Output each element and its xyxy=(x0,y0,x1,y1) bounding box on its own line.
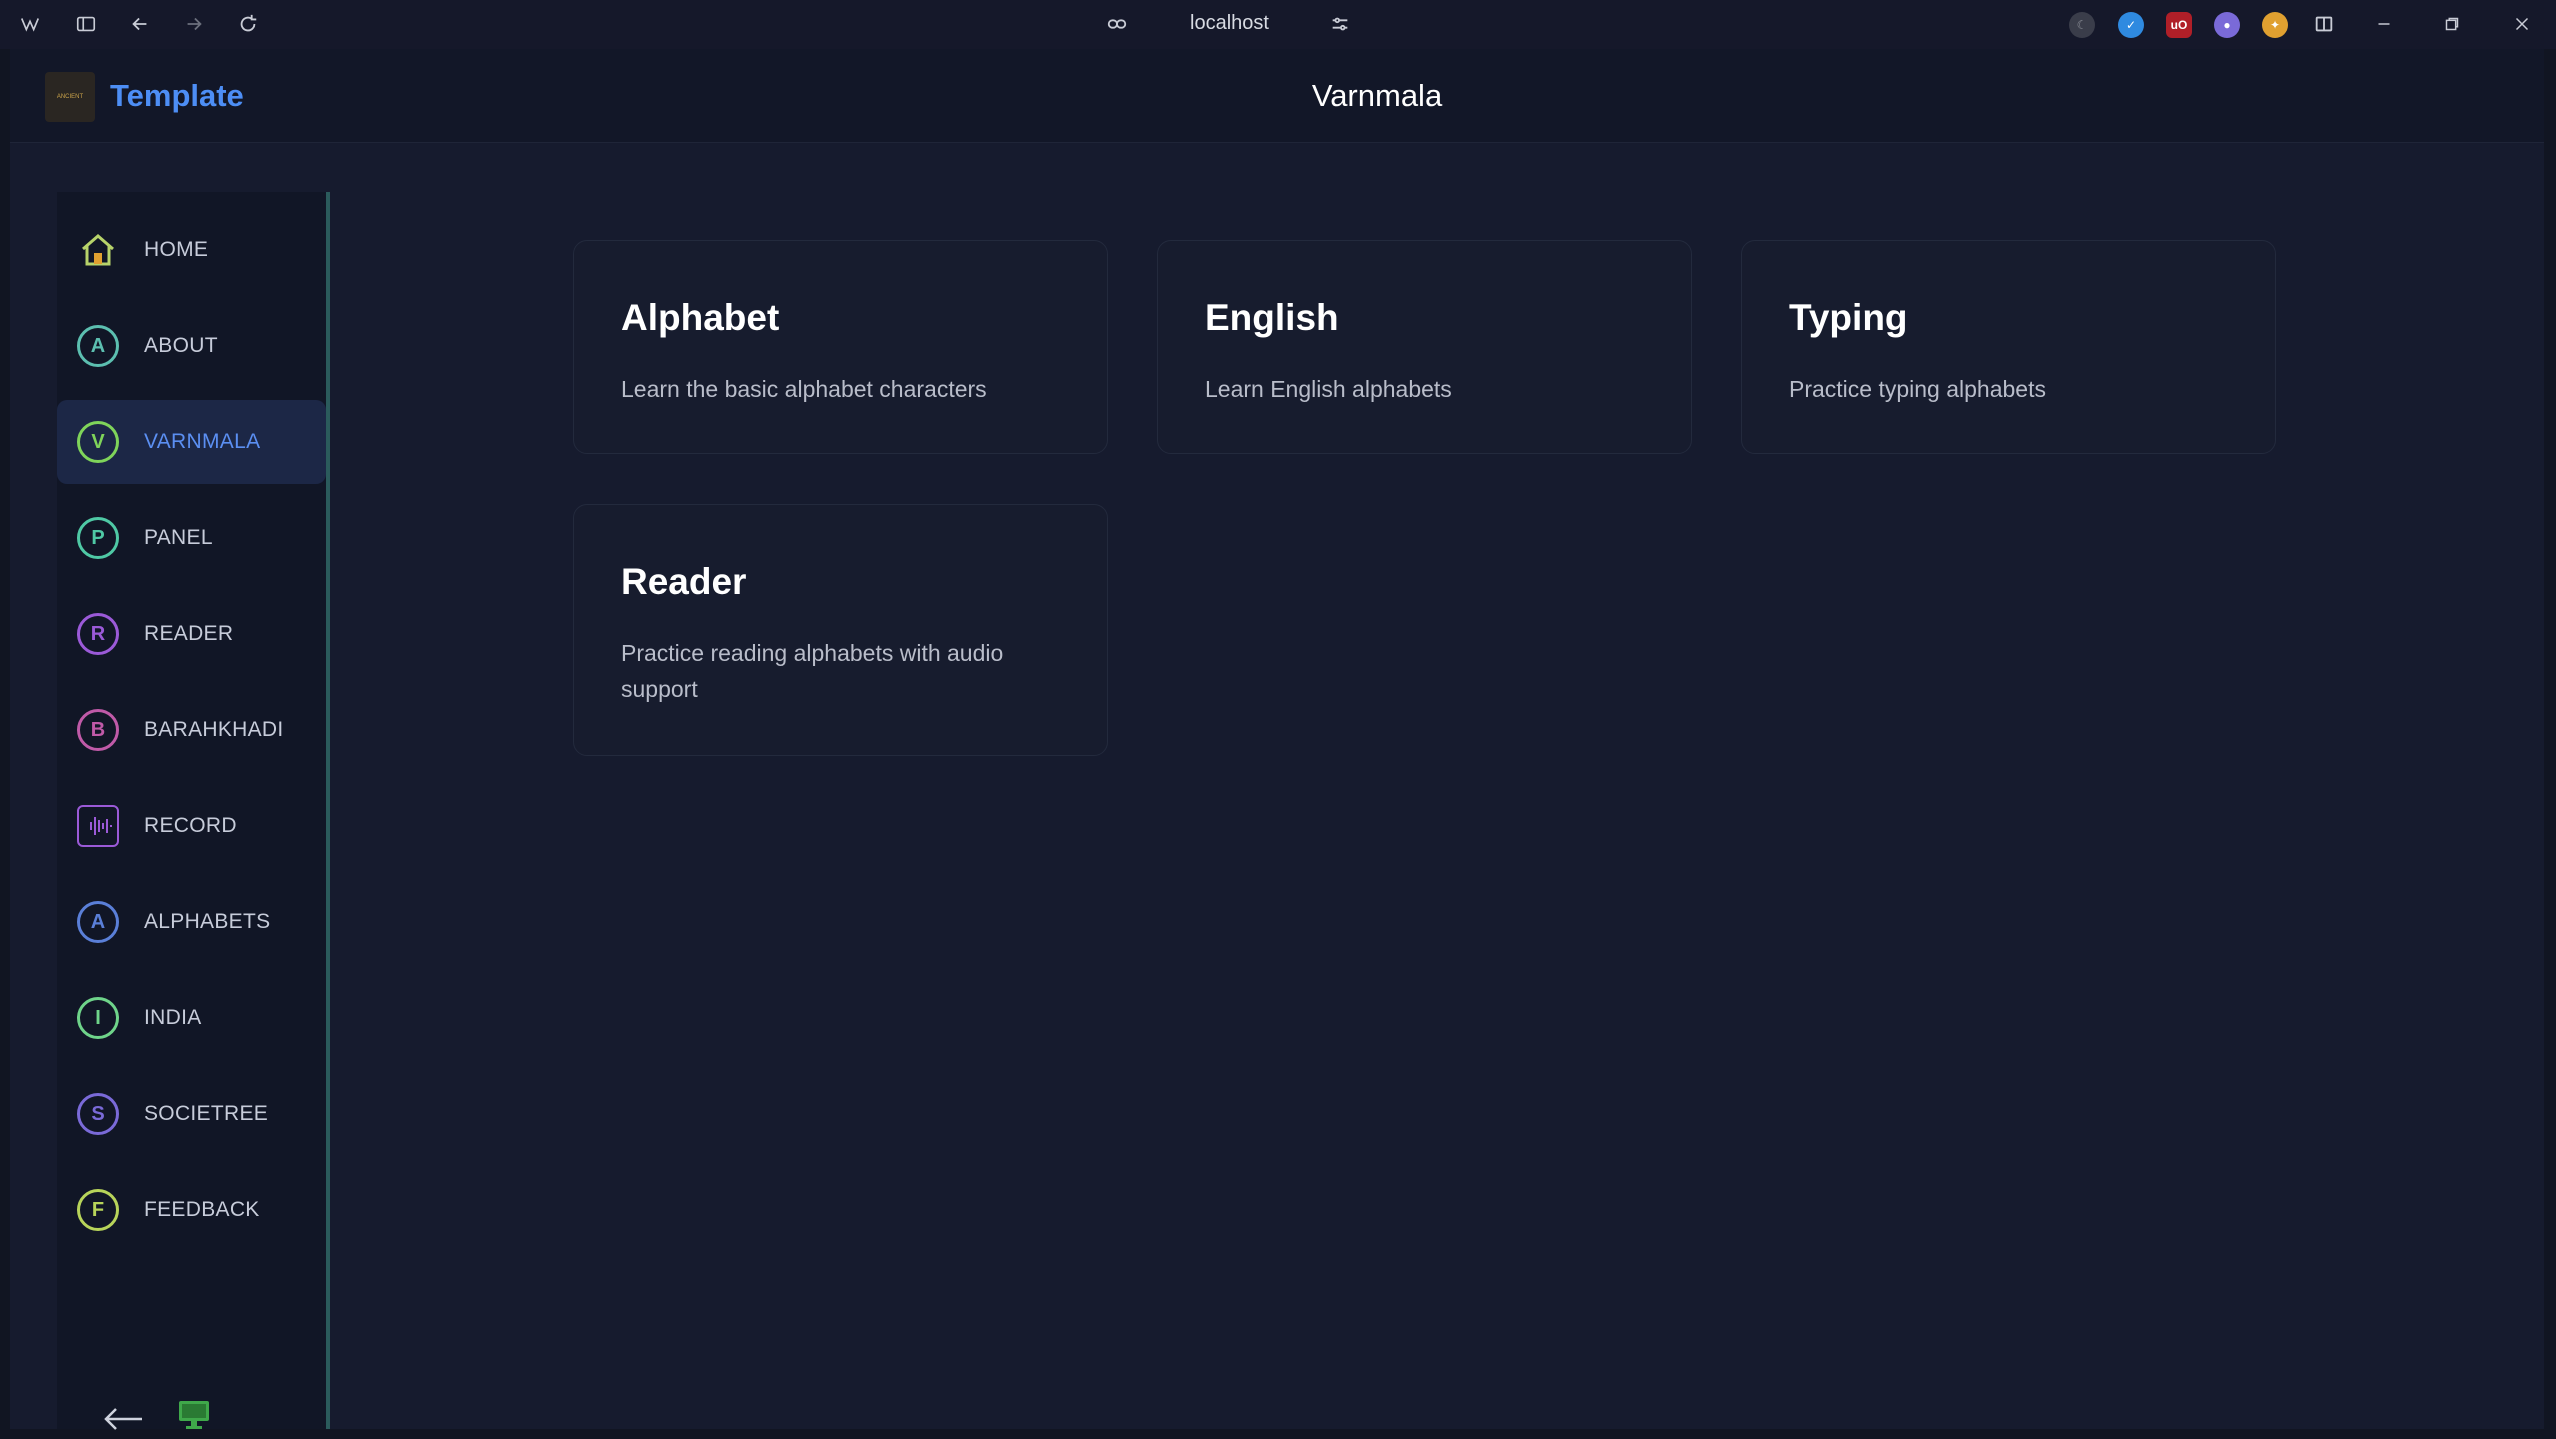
sidebar-item-home[interactable]: HOME xyxy=(57,208,326,292)
sidebar-item-label: FEEDBACK xyxy=(144,1198,260,1221)
card-title: Alphabet xyxy=(621,297,780,338)
sidebar-item-label: ALPHABETS xyxy=(144,910,271,933)
vpn-extension-icon[interactable]: ✓ xyxy=(2118,12,2144,38)
letter-v-icon: V xyxy=(77,421,119,463)
sidebar-item-label: SOCIETREE xyxy=(144,1102,269,1125)
star-extension-icon[interactable]: ✦ xyxy=(2262,12,2288,38)
letter-b-icon: B xyxy=(77,709,119,751)
letter-r-icon: R xyxy=(77,613,119,655)
minimize-icon[interactable] xyxy=(2372,12,2396,36)
sidebar-item-barahkhadi[interactable]: B BARAHKHADI xyxy=(57,688,326,772)
sidebar-item-label: PANEL xyxy=(144,526,213,549)
sidebar-item-feedback[interactable]: F FEEDBACK xyxy=(57,1168,326,1252)
site-settings-icon[interactable] xyxy=(1328,12,1352,36)
forward-arrow-icon[interactable] xyxy=(182,12,206,36)
card-alphabet[interactable]: Alphabet Learn the basic alphabet charac… xyxy=(573,240,1108,454)
sidebar-item-label: RECORD xyxy=(144,814,237,837)
sidebar-item-label: HOME xyxy=(144,238,209,261)
card-title: Reader xyxy=(621,561,747,602)
sidebar-item-panel[interactable]: P PANEL xyxy=(57,496,326,580)
app-window: ANCIENT Template Varnmala HOME A ABOUT V… xyxy=(10,49,2544,1431)
letter-f-icon: F xyxy=(77,1189,119,1231)
card-reader[interactable]: Reader Practice reading alphabets with a… xyxy=(573,504,1108,756)
browser-toolbar: localhost ☾ ✓ uO ● ✦ xyxy=(0,0,2556,49)
card-english[interactable]: English Learn English alphabets xyxy=(1157,240,1692,454)
monitor-icon[interactable] xyxy=(177,1397,211,1431)
sidebar-item-alphabets[interactable]: A ALPHABETS xyxy=(57,880,326,964)
sidebar-item-label: ABOUT xyxy=(144,334,218,357)
ublock-extension-icon[interactable]: uO xyxy=(2166,12,2192,38)
card-description: Learn the basic alphabet characters xyxy=(621,376,987,402)
sidebar-item-societree[interactable]: S SOCIETREE xyxy=(57,1072,326,1156)
restore-window-icon[interactable] xyxy=(2440,12,2464,36)
home-icon xyxy=(77,229,119,271)
dark-mode-extension-icon[interactable]: ☾ xyxy=(2069,12,2095,38)
sidebar: HOME A ABOUT V VARNMALA P PANEL R READER… xyxy=(57,192,330,1431)
reload-icon[interactable] xyxy=(236,12,260,36)
app-header: ANCIENT Template Varnmala xyxy=(10,49,2544,143)
sidebar-item-label: BARAHKHADI xyxy=(144,718,284,741)
sidebar-item-label: INDIA xyxy=(144,1006,202,1029)
sidebar-item-reader[interactable]: R READER xyxy=(57,592,326,676)
card-title: English xyxy=(1205,297,1339,338)
sidebar-item-label: READER xyxy=(144,622,234,645)
ghost-extension-icon[interactable]: ● xyxy=(2214,12,2240,38)
back-arrow-icon[interactable] xyxy=(128,12,152,36)
page-title: Varnmala xyxy=(1311,78,1443,113)
browser-logo-icon[interactable] xyxy=(18,12,42,36)
letter-s-icon: S xyxy=(77,1093,119,1135)
sidebar-toggle-icon[interactable] xyxy=(74,12,98,36)
card-description: Practice reading alphabets with audio su… xyxy=(621,640,1004,702)
sidebar-item-varnmala[interactable]: V VARNMALA xyxy=(57,400,326,484)
sidebar-item-india[interactable]: I INDIA xyxy=(57,976,326,1060)
close-window-icon[interactable] xyxy=(2510,12,2534,36)
sidebar-item-record[interactable]: RECORD xyxy=(57,784,326,868)
letter-a-icon: A xyxy=(77,901,119,943)
card-description: Practice typing alphabets xyxy=(1789,376,2046,402)
card-title: Typing xyxy=(1789,297,1908,338)
sidebar-item-about[interactable]: A ABOUT xyxy=(57,304,326,388)
split-view-icon[interactable] xyxy=(2312,12,2336,36)
waveform-icon xyxy=(77,805,119,847)
card-typing[interactable]: Typing Practice typing alphabets xyxy=(1741,240,2276,454)
card-description: Learn English alphabets xyxy=(1205,376,1452,402)
letter-i-icon: I xyxy=(77,997,119,1039)
sidebar-item-label: VARNMALA xyxy=(144,430,261,453)
collapse-arrow-icon[interactable] xyxy=(102,1404,146,1434)
letter-p-icon: P xyxy=(77,517,119,559)
link-icon[interactable] xyxy=(1105,12,1129,36)
letter-a-icon: A xyxy=(77,325,119,367)
url-bar[interactable]: localhost xyxy=(1190,12,1269,35)
